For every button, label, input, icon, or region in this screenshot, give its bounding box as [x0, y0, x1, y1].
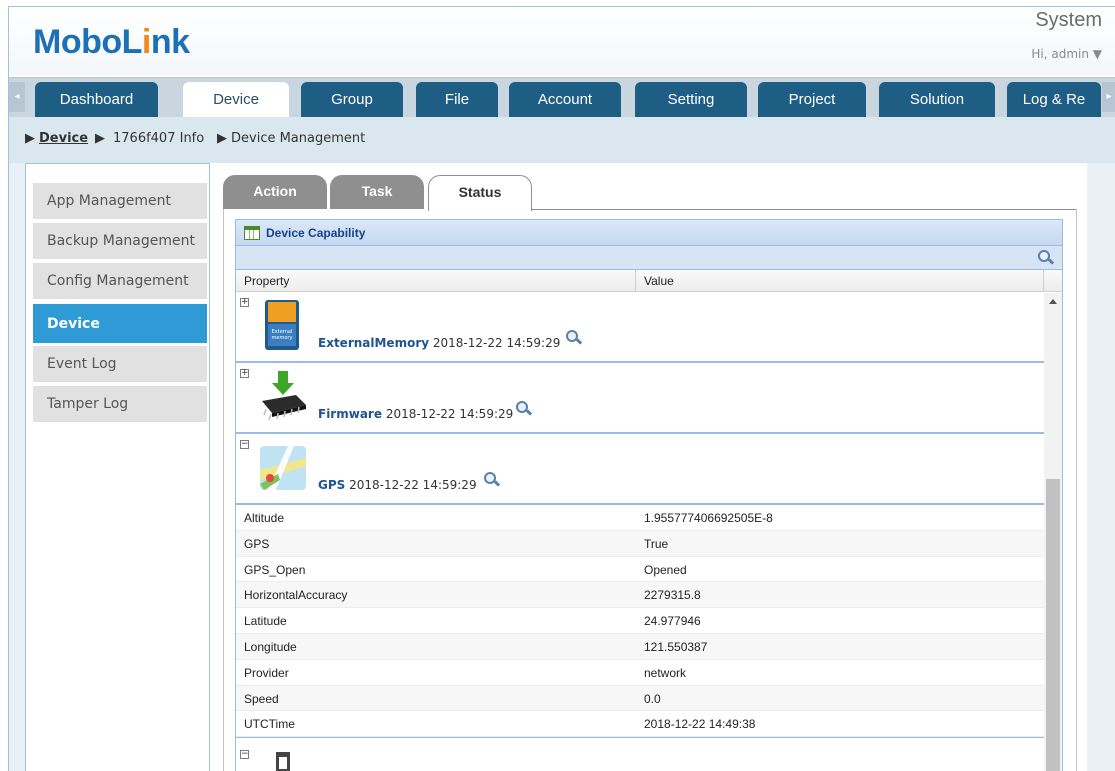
- expand-icon[interactable]: +: [240, 369, 249, 378]
- group-row-gps: − GPS 2018-12-22 14:59:29: [236, 434, 1062, 505]
- table-row: Provider network: [236, 660, 1062, 686]
- tab-project[interactable]: Project: [758, 82, 866, 118]
- value-cell: 2018-12-22 14:49:38: [644, 717, 756, 732]
- tab-log-report[interactable]: Log & Re: [1007, 82, 1101, 118]
- grid-title-bar: Device Capability: [236, 220, 1062, 246]
- tab-setting[interactable]: Setting: [635, 82, 747, 118]
- column-separator: [1043, 270, 1044, 292]
- collapse-icon[interactable]: −: [240, 440, 249, 449]
- table-row: GPS True: [236, 530, 1062, 557]
- property-cell: Altitude: [244, 511, 285, 525]
- value-cell: 2279315.8: [644, 588, 701, 603]
- nav-scroll-left-icon[interactable]: ◂: [9, 82, 25, 112]
- svg-text:memory: memory: [272, 335, 293, 341]
- scroll-up-icon[interactable]: [1049, 299, 1057, 304]
- breadcrumb-arrow-icon: ▶: [25, 131, 35, 146]
- tab-dashboard[interactable]: Dashboard: [35, 82, 158, 118]
- value-cell: 24.977946: [644, 614, 701, 629]
- property-cell: Speed: [244, 691, 279, 706]
- search-icon[interactable]: [1038, 250, 1055, 266]
- property-cell: GPS: [244, 536, 270, 551]
- tab-device[interactable]: Device: [183, 82, 289, 118]
- value-cell: 0.0: [644, 691, 661, 706]
- user-menu[interactable]: Hi, admin ▼: [1031, 47, 1102, 61]
- column-header-value[interactable]: Value: [644, 274, 674, 288]
- nav-scroll-right-icon[interactable]: ▸: [1102, 82, 1115, 112]
- grid-title: Device Capability: [266, 226, 366, 240]
- tab-solution[interactable]: Solution: [879, 82, 995, 118]
- search-icon[interactable]: [566, 330, 583, 346]
- system-title: System: [1035, 9, 1102, 31]
- app-window: MoboLink System Hi, admin ▼ ◂ Dashboard …: [8, 6, 1115, 771]
- scrollbar-thumb[interactable]: [1046, 479, 1060, 771]
- group-row-firmware: + Firmware 2018-12-22 14:59:29: [236, 363, 1062, 434]
- value-cell: 121.550387: [644, 639, 708, 654]
- table-row: Speed 0.0: [236, 685, 1062, 712]
- property-cell: UTCTime: [244, 717, 295, 732]
- sidebar-item-config-management[interactable]: Config Management: [33, 263, 207, 300]
- group-row-next: −: [236, 737, 1062, 771]
- table-row: UTCTime 2018-12-22 14:49:38: [236, 711, 1062, 738]
- sidebar-item-device-management[interactable]: Device Management: [33, 304, 207, 372]
- value-cell: True: [644, 536, 669, 551]
- grid-toolbar: [236, 246, 1062, 270]
- gps-map-icon: [258, 440, 308, 494]
- firmware-chip-icon: [258, 369, 308, 423]
- property-cell: Latitude: [244, 614, 287, 629]
- property-cell: GPS_Open: [244, 562, 306, 577]
- search-icon[interactable]: [484, 472, 501, 488]
- group-label-gps: GPS 2018-12-22 14:59:29: [318, 478, 477, 492]
- search-icon[interactable]: [516, 401, 533, 417]
- subtab-task[interactable]: Task: [330, 175, 424, 209]
- property-cell: Provider: [244, 665, 289, 680]
- group-label-external-memory: ExternalMemory 2018-12-22 14:59:29: [318, 336, 561, 350]
- column-header-property[interactable]: Property: [244, 274, 289, 288]
- sidebar-item-event-log[interactable]: Event Log: [33, 346, 207, 383]
- sidebar-item-backup-management[interactable]: Backup Management: [33, 223, 207, 260]
- breadcrumb-current: Device Management: [231, 131, 366, 146]
- breadcrumb-device-info: 1766f407 Info: [113, 131, 205, 146]
- table-row: Altitude 1.955777406692505E-8: [236, 505, 1062, 531]
- breadcrumb-device-link[interactable]: Device: [39, 131, 88, 146]
- group-label-firmware: Firmware 2018-12-22 14:59:29: [318, 407, 514, 421]
- external-memory-icon: External memory: [258, 298, 308, 352]
- property-cell: Longitude: [244, 639, 297, 654]
- table-row: HorizontalAccuracy 2279315.8: [236, 582, 1062, 609]
- device-icon: [276, 752, 290, 771]
- breadcrumb: ▶ Device ▶ 1766f407 Info ▶ Device Manage…: [9, 117, 1115, 163]
- device-capability-grid: Device Capability Property Value + Exter…: [235, 219, 1063, 771]
- table-row: Latitude 24.977946: [236, 608, 1062, 634]
- grid-header: Property Value: [236, 270, 1062, 292]
- breadcrumb-arrow-icon: ▶: [217, 131, 227, 146]
- table-icon: [244, 226, 260, 240]
- breadcrumb-arrow-icon: ▶: [95, 131, 105, 146]
- property-cell: HorizontalAccuracy: [244, 588, 348, 603]
- value-cell: network: [644, 665, 687, 680]
- expand-icon[interactable]: +: [240, 298, 249, 307]
- value-cell: 1.955777406692505E-8: [644, 511, 773, 525]
- tab-file[interactable]: File: [416, 82, 498, 118]
- tab-group[interactable]: Group: [301, 82, 403, 118]
- subtab-action[interactable]: Action: [223, 175, 327, 209]
- grid-body: + External memory ExternalMemory 2018-12…: [236, 292, 1062, 771]
- tab-account[interactable]: Account: [509, 82, 621, 118]
- header: MoboLink System Hi, admin ▼: [9, 7, 1115, 75]
- collapse-icon[interactable]: −: [240, 750, 249, 760]
- main-nav: ◂ Dashboard Device Group File Account Se…: [9, 77, 1115, 118]
- mobolink-logo[interactable]: MoboLink: [33, 23, 190, 62]
- column-separator: [635, 270, 636, 292]
- subtab-status[interactable]: Status: [428, 175, 532, 211]
- sidebar-item-app-management[interactable]: App Management: [33, 183, 207, 220]
- group-row-external-memory: + External memory ExternalMemory 2018-12…: [236, 292, 1062, 363]
- value-cell: Opened: [644, 562, 687, 577]
- grid-scrollbar[interactable]: [1044, 293, 1062, 771]
- table-row: GPS_Open Opened: [236, 557, 1062, 583]
- sidebar-item-tamper-log[interactable]: Tamper Log: [33, 386, 207, 423]
- table-row: Longitude 121.550387: [236, 633, 1062, 660]
